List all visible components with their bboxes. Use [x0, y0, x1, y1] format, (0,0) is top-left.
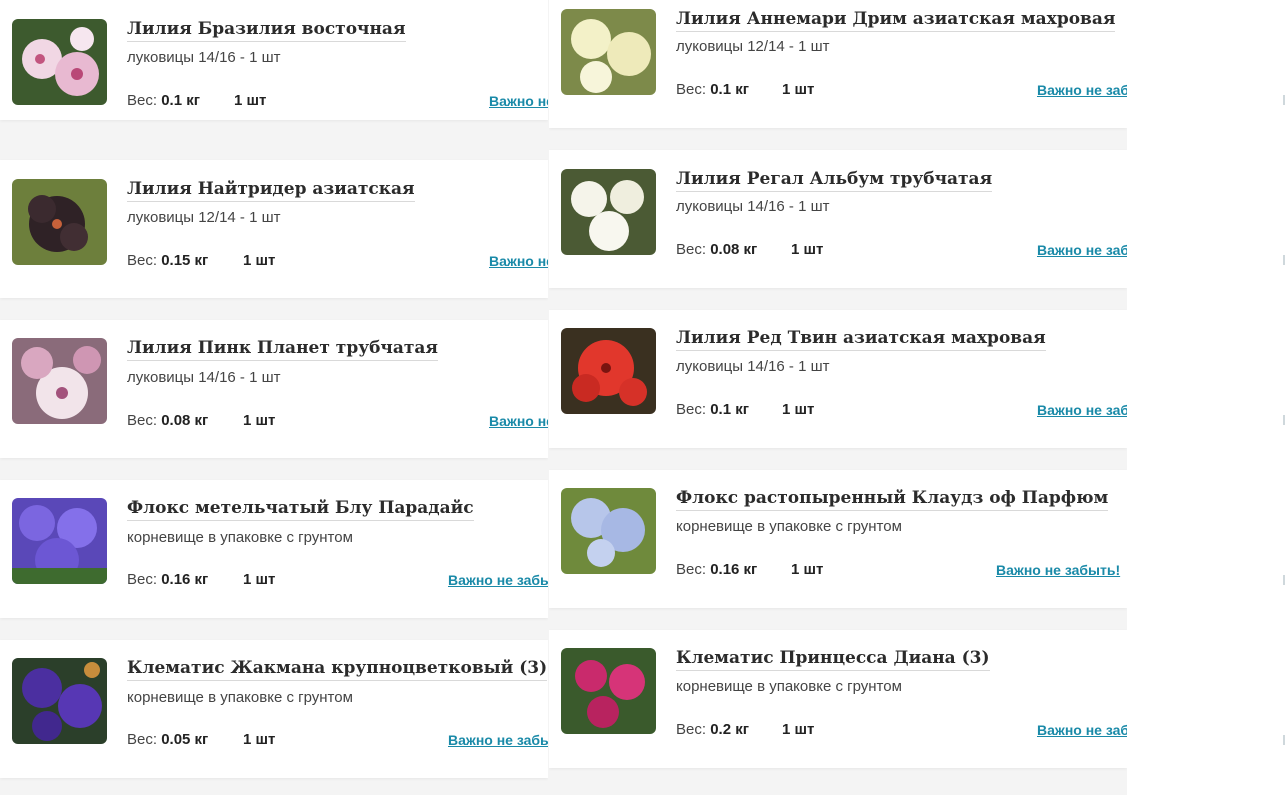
product-quantity: 1 шт	[782, 81, 815, 98]
product-subtitle: луковицы 14/16 - 1 шт	[127, 49, 281, 66]
product-card: Клематис Принцесса Диана (3) корневище в…	[549, 630, 1127, 768]
product-image[interactable]	[561, 488, 656, 574]
remind-link[interactable]: Важно не	[489, 93, 548, 109]
product-quantity: 1 шт	[782, 401, 815, 418]
product-card: Лилия Аннемари Дрим азиатская махровая л…	[549, 0, 1127, 128]
product-title[interactable]: Лилия Ред Твин азиатская махровая	[676, 328, 1046, 351]
left-product-column: Лилия Бразилия восточная луковицы 14/16 …	[0, 0, 548, 795]
product-card: Лилия Бразилия восточная луковицы 14/16 …	[0, 0, 548, 120]
product-weight: Вес: 0.1 кг	[676, 401, 749, 418]
product-image[interactable]	[561, 9, 656, 95]
product-subtitle: луковицы 14/16 - 1 шт	[676, 198, 830, 215]
product-weight: Вес: 0.08 кг	[676, 241, 758, 258]
product-title[interactable]: Лилия Найтридер азиатская	[127, 179, 415, 202]
remind-link[interactable]: Важно не	[489, 253, 548, 269]
remind-link[interactable]: Важно не забы	[448, 732, 548, 748]
product-subtitle: луковицы 12/14 - 1 шт	[127, 209, 281, 226]
remind-link[interactable]: Важно не заб	[1037, 82, 1127, 98]
remind-link[interactable]: Важно не заб	[1037, 402, 1127, 418]
product-weight: Вес: 0.1 кг	[127, 92, 200, 109]
product-weight: Вес: 0.05 кг	[127, 731, 209, 748]
product-quantity: 1 шт	[243, 252, 276, 269]
remind-link[interactable]: Важно не заб	[1037, 242, 1127, 258]
product-quantity: 1 шт	[782, 721, 815, 738]
product-subtitle: луковицы 12/14 - 1 шт	[676, 38, 830, 55]
product-weight: Вес: 0.1 кг	[676, 81, 749, 98]
product-weight: Вес: 0.16 кг	[127, 571, 209, 588]
product-subtitle: корневище в упаковке с грунтом	[676, 678, 902, 695]
product-subtitle: корневище в упаковке с грунтом	[127, 689, 353, 706]
product-title[interactable]: Лилия Бразилия восточная	[127, 19, 406, 42]
product-card: Лилия Найтридер азиатская луковицы 12/14…	[0, 160, 548, 298]
remind-link[interactable]: Важно не забы	[448, 572, 548, 588]
remind-link[interactable]: Важно не	[489, 413, 548, 429]
product-card: Флокс метельчатый Блу Парадайс корневище…	[0, 480, 548, 618]
product-title[interactable]: Клематис Жакмана крупноцветковый (3)	[127, 658, 548, 681]
product-quantity: 1 шт	[791, 241, 824, 258]
product-image[interactable]	[12, 338, 107, 424]
product-image[interactable]	[561, 648, 656, 734]
product-quantity: 1 шт	[243, 412, 276, 429]
product-image[interactable]	[12, 658, 107, 744]
product-quantity: 1 шт	[791, 561, 824, 578]
product-title[interactable]: Клематис Принцесса Диана (3)	[676, 648, 990, 671]
product-quantity: 1 шт	[234, 92, 267, 109]
product-weight: Вес: 0.08 кг	[127, 412, 209, 429]
product-card: Клематис Жакмана крупноцветковый (3) кор…	[0, 640, 548, 778]
product-weight: Вес: 0.2 кг	[676, 721, 749, 738]
product-weight: Вес: 0.16 кг	[676, 561, 758, 578]
product-card: Флокс растопыренный Клаудз оф Парфюм кор…	[549, 470, 1127, 608]
product-card: Лилия Ред Твин азиатская махровая лукови…	[549, 310, 1127, 448]
remind-link[interactable]: Важно не забыть!	[996, 562, 1120, 578]
right-strip	[1127, 0, 1285, 795]
product-image[interactable]	[12, 179, 107, 265]
product-title[interactable]: Лилия Регал Альбум трубчатая	[676, 169, 993, 192]
product-image[interactable]	[561, 328, 656, 414]
product-card: Лилия Пинк Планет трубчатая луковицы 14/…	[0, 320, 548, 458]
product-quantity: 1 шт	[243, 571, 276, 588]
product-card: Лилия Регал Альбум трубчатая луковицы 14…	[549, 150, 1127, 288]
product-subtitle: корневище в упаковке с грунтом	[127, 529, 353, 546]
product-subtitle: корневище в упаковке с грунтом	[676, 518, 902, 535]
product-title[interactable]: Лилия Пинк Планет трубчатая	[127, 338, 438, 361]
product-title[interactable]: Лилия Аннемари Дрим азиатская махровая	[676, 9, 1116, 32]
product-image[interactable]	[12, 19, 107, 105]
product-subtitle: луковицы 14/16 - 1 шт	[676, 358, 830, 375]
product-weight: Вес: 0.15 кг	[127, 252, 209, 269]
product-subtitle: луковицы 14/16 - 1 шт	[127, 369, 281, 386]
product-image[interactable]	[12, 498, 107, 584]
product-title[interactable]: Флокс метельчатый Блу Парадайс	[127, 498, 474, 521]
middle-product-column: Лилия Аннемари Дрим азиатская махровая л…	[549, 0, 1127, 795]
product-image[interactable]	[561, 169, 656, 255]
remind-link[interactable]: Важно не заб	[1037, 722, 1127, 738]
product-quantity: 1 шт	[243, 731, 276, 748]
product-title[interactable]: Флокс растопыренный Клаудз оф Парфюм	[676, 488, 1109, 511]
